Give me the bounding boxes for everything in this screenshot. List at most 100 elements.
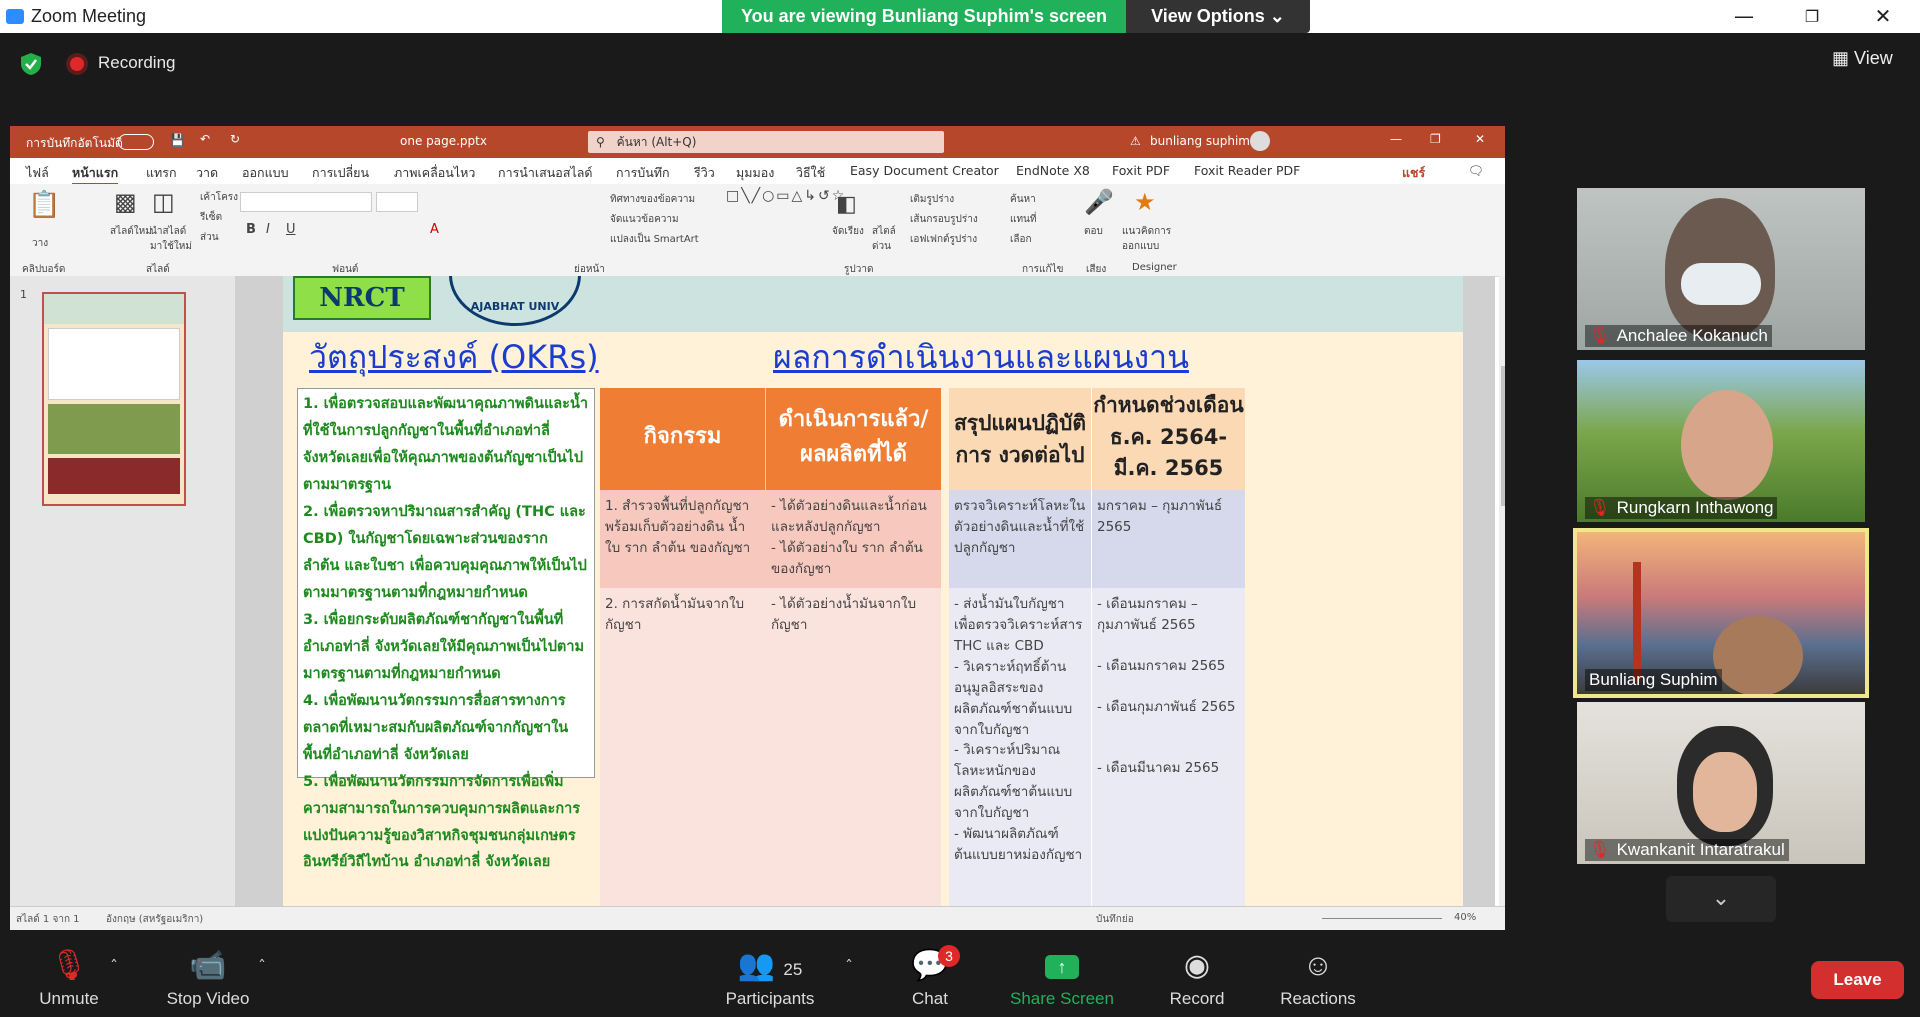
row1-done: - ได้ตัวอย่างดินและน้ำก่อนและหลังปลูกกัญ… — [766, 490, 941, 588]
font-size-select[interactable] — [376, 192, 418, 212]
share-button[interactable]: แชร์ — [1402, 163, 1425, 183]
italic-icon[interactable]: I — [266, 222, 270, 237]
new-slide-icon[interactable]: ▩ — [114, 188, 137, 216]
shapes-gallery[interactable]: □╲╱○▭△↳↺☆ — [726, 188, 846, 204]
slide-thumbnail[interactable] — [42, 292, 186, 506]
participant-tile[interactable]: 🎙 Rungkarn Inthawong — [1577, 360, 1865, 522]
replace-button[interactable]: แทนที่ — [1010, 212, 1036, 227]
shape-outline-button[interactable]: เส้นกรอบรูปร่าง — [910, 212, 978, 227]
ppt-minimize-icon[interactable]: — — [1390, 132, 1402, 146]
menu-easy-doc[interactable]: Easy Document Creator — [850, 163, 999, 178]
menu-design[interactable]: ออกแบบ — [242, 163, 289, 183]
designer-icon[interactable]: ★ — [1134, 188, 1156, 216]
ppt-close-icon[interactable]: ✕ — [1475, 132, 1485, 146]
select-button[interactable]: เลือก — [1010, 232, 1032, 247]
stop-video-label: Stop Video — [166, 989, 250, 1008]
more-participants-chevron[interactable]: ⌄ — [1666, 876, 1776, 922]
restore-icon[interactable]: ❐ — [1782, 0, 1842, 33]
font-name-select[interactable] — [240, 192, 372, 212]
paste-icon[interactable]: 📋 — [28, 190, 60, 220]
text-direction-button[interactable]: ทิศทางของข้อความ — [610, 192, 695, 207]
menu-insert[interactable]: แทรก — [146, 163, 177, 183]
redo-icon[interactable]: ↻ — [230, 132, 240, 146]
comments-icon[interactable]: 🗨 — [1468, 163, 1484, 179]
menu-file[interactable]: ไฟล์ — [26, 163, 49, 183]
menu-animations[interactable]: ภาพเคลื่อนไหว — [394, 163, 475, 183]
okr-item: 2. เพื่อตรวจหาปริมาณสารสำคัญ (THC และ CB… — [303, 503, 587, 601]
paste-label[interactable]: วาง — [32, 236, 48, 251]
slide-editor[interactable]: NRCT AJABHAT UNIV วัตถุประสงค์ (OKRs) ผล… — [235, 276, 1505, 906]
dictate-label[interactable]: ตอบ — [1084, 224, 1103, 239]
view-button[interactable]: ▦ View — [1832, 48, 1893, 69]
align-text-button[interactable]: จัดแนวข้อความ — [610, 212, 679, 227]
status-language[interactable]: อังกฤษ (สหรัฐอเมริกา) — [106, 912, 203, 927]
close-icon[interactable]: ✕ — [1853, 0, 1913, 33]
view-options-button[interactable]: View Options ⌄ — [1126, 0, 1310, 33]
audio-options-caret-icon[interactable]: ˆ — [110, 957, 118, 976]
autosave-toggle[interactable] — [118, 134, 154, 150]
save-icon[interactable]: 💾 — [170, 133, 185, 147]
participants-button[interactable]: 👥 25 Participants — [720, 943, 820, 1017]
minimize-icon[interactable]: — — [1714, 0, 1774, 33]
participant-name: 🎙 Anchalee Kokanuch — [1585, 325, 1772, 347]
user-avatar[interactable] — [1250, 131, 1270, 151]
participant-tile[interactable]: 🎙 Kwankanit Intaratrakul — [1577, 702, 1865, 864]
reset-button[interactable]: รีเซ็ต — [200, 210, 222, 225]
share-screen-icon: ↑ — [1006, 943, 1118, 989]
shape-effects-button[interactable]: เอฟเฟกต์รูปร่าง — [910, 232, 977, 247]
reactions-button[interactable]: ☺ Reactions — [1274, 943, 1362, 1017]
menu-home[interactable]: หน้าแรก — [72, 163, 119, 185]
ppt-filename[interactable]: one page.pptx — [400, 134, 487, 148]
reuse-slide-icon[interactable]: ◫ — [152, 188, 175, 216]
designer-label[interactable]: แนวคิดการออกแบบ — [1122, 224, 1174, 254]
shape-fill-button[interactable]: เติมรูปร่าง — [910, 192, 954, 207]
menu-foxit[interactable]: Foxit PDF — [1112, 163, 1170, 178]
ppt-search-input[interactable]: ⚲ ค้นหา (Alt+Q) — [588, 131, 944, 153]
unmute-button[interactable]: 🎙 Unmute — [28, 943, 110, 1017]
notes-button[interactable]: บันทึกย่อ — [1096, 912, 1134, 927]
font-color-icon[interactable]: A — [430, 222, 439, 237]
arrange-icon[interactable]: ◧ — [836, 192, 857, 217]
layout-button[interactable]: เค้าโครง — [200, 190, 238, 205]
share-screen-button[interactable]: ↑ Share Screen — [1006, 943, 1118, 1017]
section-button[interactable]: ส่วน — [200, 230, 219, 245]
reuse-slide-label[interactable]: นำสไลด์มาใช้ใหม่ — [150, 224, 194, 254]
menu-slideshow[interactable]: การนำเสนอสไลด์ — [498, 163, 593, 183]
new-slide-label[interactable]: สไลด์ใหม่ — [110, 224, 152, 239]
bold-icon[interactable]: B — [246, 222, 256, 237]
slide[interactable]: NRCT AJABHAT UNIV วัตถุประสงค์ (OKRs) ผล… — [283, 276, 1463, 906]
find-button[interactable]: ค้นหา — [1010, 192, 1036, 207]
menu-help[interactable]: วิธีใช้ — [796, 163, 825, 183]
slide-scrollbar[interactable] — [1499, 276, 1505, 906]
menu-view[interactable]: มุมมอง — [736, 163, 774, 183]
participants-caret-icon[interactable]: ˆ — [845, 957, 853, 976]
menu-endnote[interactable]: EndNote X8 — [1016, 163, 1090, 178]
okr-title: วัตถุประสงค์ (OKRs) — [309, 338, 599, 376]
smartart-button[interactable]: แปลงเป็น SmartArt — [610, 232, 699, 247]
participant-tile[interactable]: 🎙 Anchalee Kokanuch — [1577, 188, 1865, 350]
stop-video-button[interactable]: 📹 Stop Video — [158, 943, 258, 1017]
menu-foxit-reader[interactable]: Foxit Reader PDF — [1194, 163, 1300, 178]
microphone-icon[interactable]: 🎤 — [1084, 188, 1114, 216]
menu-review[interactable]: รีวิว — [694, 163, 715, 183]
reactions-label: Reactions — [1280, 989, 1356, 1008]
okr-list: 1. เพื่อตรวจสอบและพัฒนาคุณภาพดินและน้ำที… — [297, 388, 595, 870]
record-button[interactable]: ◉ Record — [1160, 943, 1234, 1017]
menu-record[interactable]: การบันทึก — [616, 163, 670, 183]
video-options-caret-icon[interactable]: ˆ — [258, 957, 266, 976]
ppt-restore-icon[interactable]: ❐ — [1430, 132, 1441, 146]
arrange-label[interactable]: จัดเรียง — [832, 224, 864, 239]
undo-icon[interactable]: ↶ — [200, 132, 210, 146]
leave-button[interactable]: Leave — [1811, 961, 1904, 999]
zoom-level[interactable]: 40% — [1454, 912, 1476, 923]
ppt-user-name[interactable]: bunliang suphim — [1150, 134, 1250, 148]
menu-transitions[interactable]: การเปลี่ยน — [312, 163, 369, 183]
security-shield-icon[interactable] — [20, 52, 42, 76]
underline-icon[interactable]: U — [286, 222, 296, 237]
quick-styles-label[interactable]: สไตล์ด่วน — [872, 224, 902, 254]
menu-draw[interactable]: วาด — [196, 163, 218, 183]
row2-period-item: - เดือนมีนาคม 2565 — [1097, 759, 1220, 776]
grid-icon: ▦ — [1832, 48, 1850, 68]
zoom-slider[interactable] — [1322, 918, 1442, 919]
active-speaker-tile[interactable]: Bunliang Suphim — [1573, 528, 1869, 698]
